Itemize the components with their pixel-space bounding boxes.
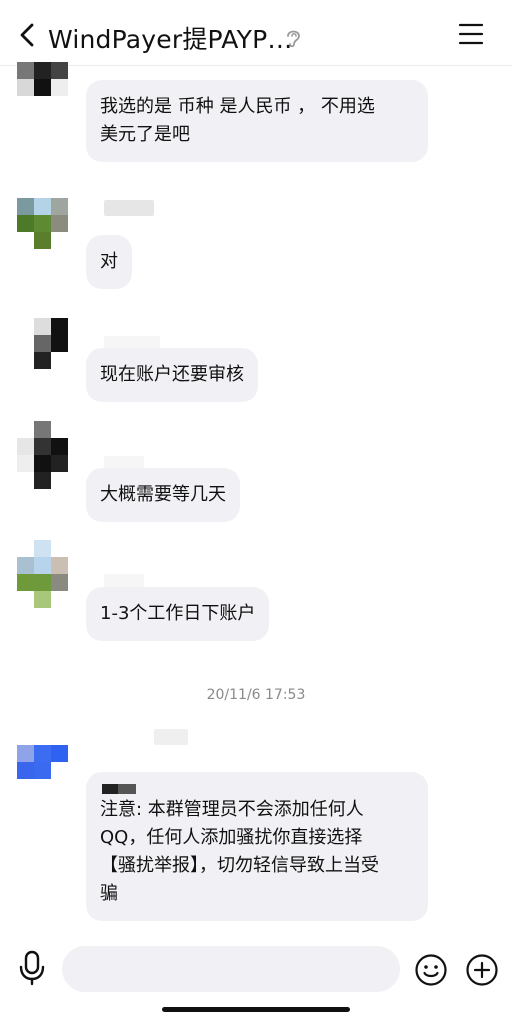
message-bubble[interactable]: 对	[86, 235, 132, 289]
message-bubble[interactable]: 大概需要等几天	[86, 468, 240, 522]
message-bubble[interactable]: 我选的是 币种 是人民币 ， 不用选 美元了是吧	[86, 80, 428, 162]
message-bubble[interactable]: 1-3个工作日下账户	[86, 587, 270, 641]
message-text: 美元了是吧	[100, 124, 190, 145]
avatar[interactable]	[17, 421, 69, 491]
message-bubble[interactable]: 现在账户还要审核	[86, 348, 258, 402]
plus-circle-icon[interactable]	[465, 953, 499, 987]
message-text: 我选的是 币种 是人民币 ， 不用选	[100, 96, 375, 117]
chevron-left-icon[interactable]	[14, 20, 42, 50]
message-list[interactable]: 我选的是 币种 是人民币 ， 不用选 美元了是吧 对 现在账户还要审核 大概需要…	[0, 62, 512, 936]
sender-name	[104, 200, 154, 216]
avatar[interactable]	[17, 198, 69, 250]
message-text: 1-3个工作日下账户	[100, 603, 256, 624]
message-input[interactable]	[62, 946, 400, 992]
avatar[interactable]	[17, 318, 69, 370]
message-bubble[interactable]: 注意: 本群管理员不会添加任何人 QQ，任何人添加骚扰你直接选择 【骚扰举报】，…	[86, 772, 428, 921]
message-tag	[102, 784, 136, 794]
message-text: 骗	[100, 883, 118, 904]
chat-header: WindPayer提PAYP…	[0, 0, 512, 66]
hamburger-menu-icon[interactable]	[458, 22, 484, 46]
avatar[interactable]	[17, 745, 69, 797]
microphone-icon[interactable]	[17, 950, 47, 986]
message-text: 注意: 本群管理员不会添加任何人	[100, 799, 364, 820]
avatar[interactable]	[17, 540, 69, 610]
message-text: 现在账户还要审核	[100, 364, 244, 385]
smiley-icon[interactable]	[414, 953, 448, 987]
message-text: 【骚扰举报】，切勿轻信导致上当受	[100, 855, 379, 876]
home-indicator	[162, 1007, 350, 1012]
timestamp: 20/11/6 17:53	[206, 687, 306, 703]
message-text: 对	[100, 251, 118, 272]
message-text: 大概需要等几天	[100, 484, 226, 505]
message-text: QQ，任何人添加骚扰你直接选择	[100, 827, 363, 848]
ear-icon[interactable]	[283, 26, 305, 50]
avatar[interactable]	[17, 62, 69, 114]
chat-title[interactable]: WindPayer提PAYP…	[48, 20, 293, 56]
sender-name	[154, 729, 188, 745]
